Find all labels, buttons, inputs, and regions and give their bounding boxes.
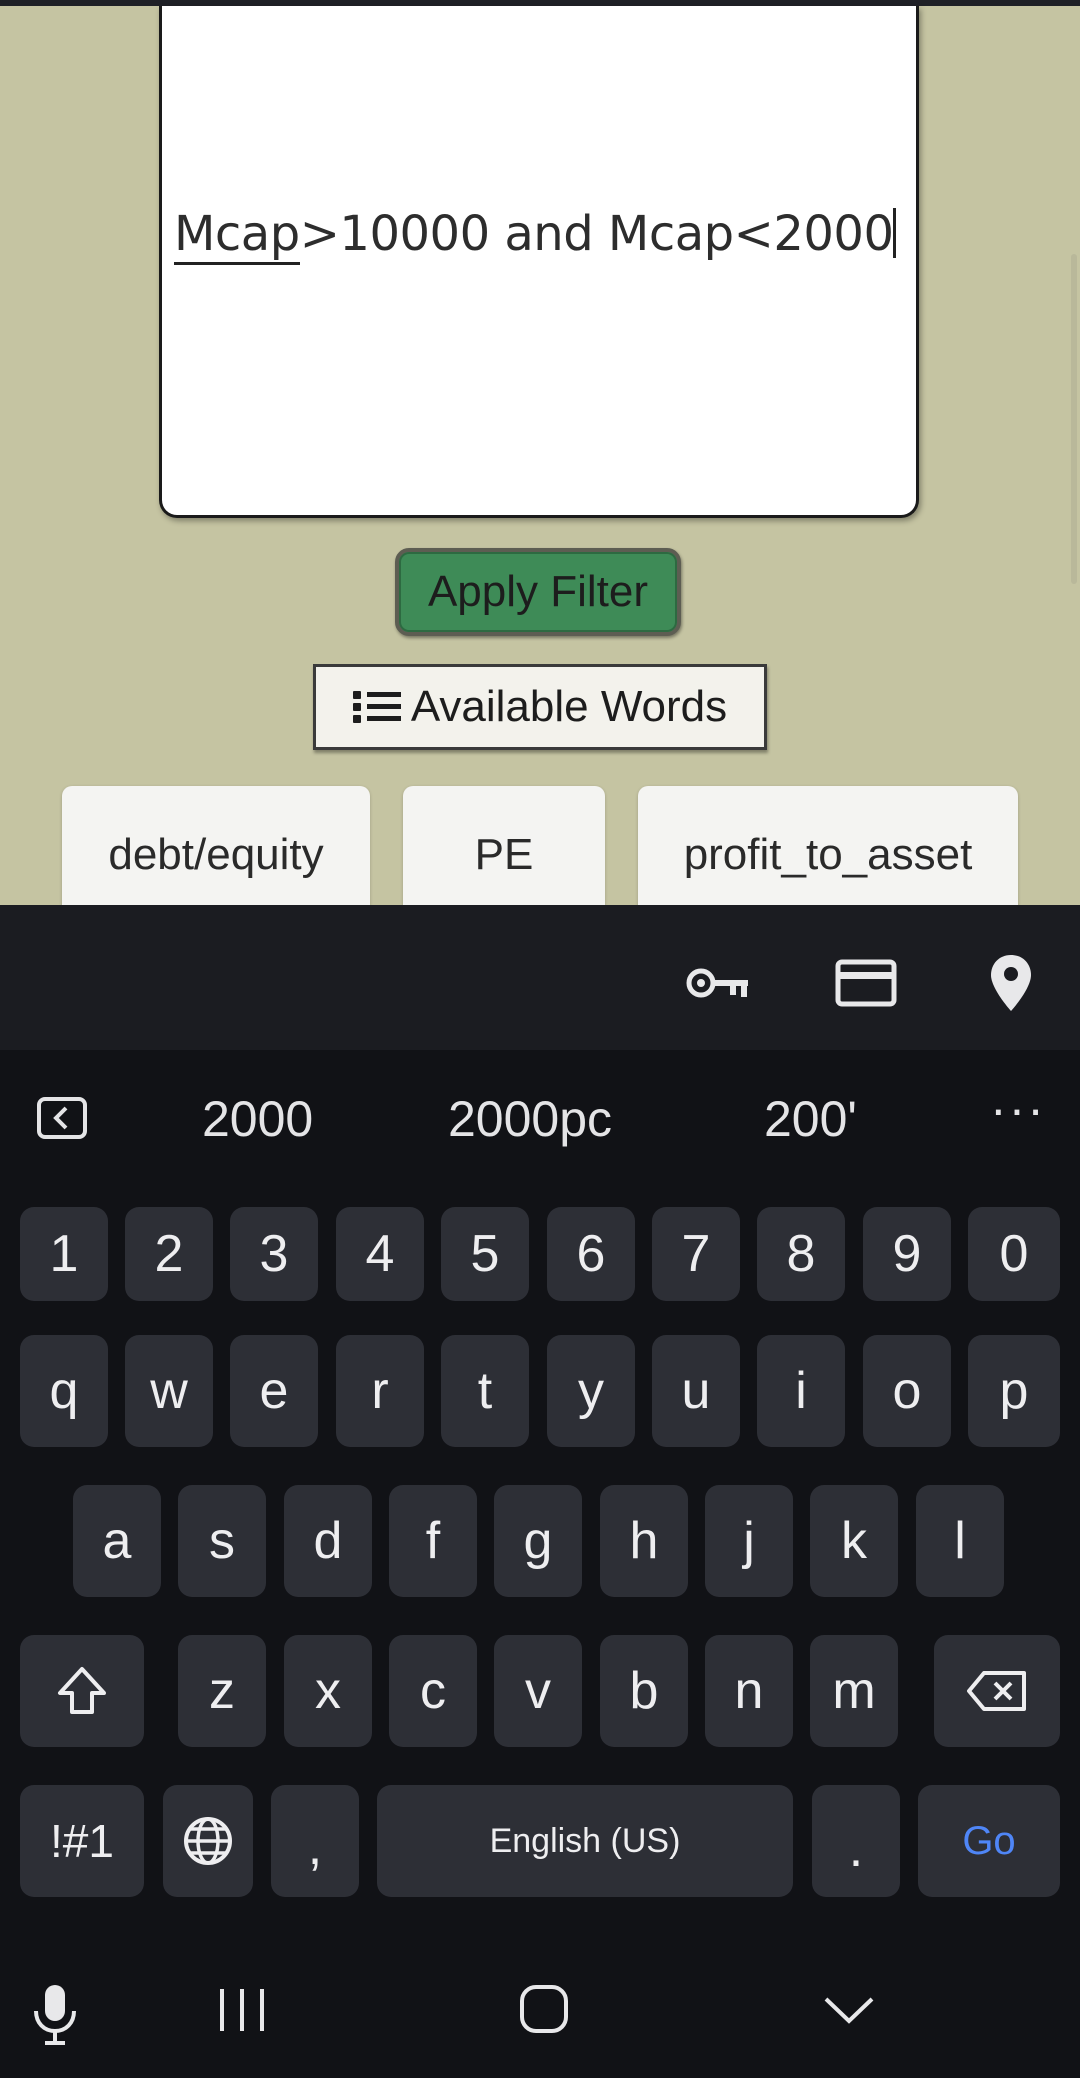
suggestion-bar: 2000 2000pc 200' ···: [0, 1050, 1080, 1185]
key-z[interactable]: z: [178, 1635, 266, 1747]
suggestion-1[interactable]: 2000: [202, 1090, 313, 1148]
filter-expression-rest: >10000 and Mcap<2000: [299, 206, 894, 262]
word-chip-pe[interactable]: PE: [403, 786, 605, 906]
key-v[interactable]: v: [494, 1635, 582, 1747]
key-8[interactable]: 8: [757, 1207, 845, 1301]
globe-icon: [184, 1817, 232, 1865]
apply-filter-label: Apply Filter: [427, 567, 649, 616]
key-icon[interactable]: [686, 955, 752, 1011]
more-suggestions-button[interactable]: ···: [990, 1080, 1046, 1138]
navigation-bar: [0, 1953, 1080, 2078]
key-b[interactable]: b: [600, 1635, 688, 1747]
key-4[interactable]: 4: [336, 1207, 424, 1301]
key-0[interactable]: 0: [968, 1207, 1060, 1301]
key-7[interactable]: 7: [652, 1207, 740, 1301]
key-e[interactable]: e: [230, 1335, 318, 1447]
word-chip-label: profit_to_asset: [683, 830, 973, 879]
available-words-button[interactable]: Available Words: [313, 664, 767, 750]
period-key[interactable]: .: [812, 1785, 900, 1897]
collapse-icon[interactable]: [36, 1096, 88, 1145]
word-chip-profit-to-asset[interactable]: profit_to_asset: [638, 786, 1018, 906]
card-icon[interactable]: [833, 955, 899, 1011]
mic-icon[interactable]: [30, 1983, 80, 2052]
key-x[interactable]: x: [284, 1635, 372, 1747]
recents-icon[interactable]: [216, 1985, 268, 2040]
home-icon[interactable]: [518, 1983, 570, 2040]
key-j[interactable]: j: [705, 1485, 793, 1597]
word-chip-label: PE: [474, 830, 534, 879]
key-m[interactable]: m: [810, 1635, 898, 1747]
key-y[interactable]: y: [547, 1335, 635, 1447]
backspace-key[interactable]: [934, 1635, 1060, 1747]
key-5[interactable]: 5: [441, 1207, 529, 1301]
backspace-icon: [967, 1671, 1026, 1711]
suggestion-3[interactable]: 200': [764, 1090, 857, 1148]
key-c[interactable]: c: [389, 1635, 477, 1747]
go-key[interactable]: Go: [918, 1785, 1060, 1897]
shift-icon: [58, 1667, 106, 1714]
key-1[interactable]: 1: [20, 1207, 108, 1301]
key-f[interactable]: f: [389, 1485, 477, 1597]
key-p[interactable]: p: [968, 1335, 1060, 1447]
key-r[interactable]: r: [336, 1335, 424, 1447]
filter-word-mcap: Mcap: [174, 206, 300, 265]
key-q[interactable]: q: [20, 1335, 108, 1447]
filter-text-area[interactable]: Mcap>10000 and Mcap<2000: [159, 6, 919, 518]
available-words-label: Available Words: [410, 682, 728, 731]
key-a[interactable]: a: [73, 1485, 161, 1597]
app-content: Mcap>10000 and Mcap<2000 Apply Filter Av…: [0, 6, 1080, 906]
key-3[interactable]: 3: [230, 1207, 318, 1301]
word-chip-label: debt/equity: [108, 830, 324, 879]
key-w[interactable]: w: [125, 1335, 213, 1447]
suggestion-2[interactable]: 2000pc: [448, 1090, 612, 1148]
symbols-key[interactable]: !#1: [20, 1785, 144, 1897]
key-d[interactable]: d: [284, 1485, 372, 1597]
key-2[interactable]: 2: [125, 1207, 213, 1301]
keyboard-toolbar: [0, 905, 1080, 1050]
key-o[interactable]: o: [863, 1335, 951, 1447]
key-k[interactable]: k: [810, 1485, 898, 1597]
word-chip-debt-equity[interactable]: debt/equity: [62, 786, 370, 906]
keyboard: 2000 2000pc 200' ··· 1 2 3 4 5 6 7 8 9 0…: [0, 905, 1080, 2078]
location-pin-icon[interactable]: [978, 955, 1044, 1011]
key-u[interactable]: u: [652, 1335, 740, 1447]
text-caret: [893, 208, 897, 258]
key-t[interactable]: t: [441, 1335, 529, 1447]
filter-expression: Mcap>10000 and Mcap<2000: [174, 206, 897, 265]
key-9[interactable]: 9: [863, 1207, 951, 1301]
key-h[interactable]: h: [600, 1485, 688, 1597]
list-icon: [352, 687, 401, 727]
language-key[interactable]: [163, 1785, 253, 1897]
key-i[interactable]: i: [757, 1335, 845, 1447]
key-s[interactable]: s: [178, 1485, 266, 1597]
key-l[interactable]: l: [916, 1485, 1004, 1597]
apply-filter-button[interactable]: Apply Filter: [395, 548, 681, 636]
scrollbar[interactable]: [1071, 254, 1077, 584]
space-key[interactable]: English (US): [377, 1785, 793, 1897]
shift-key[interactable]: [20, 1635, 144, 1747]
key-g[interactable]: g: [494, 1485, 582, 1597]
hide-keyboard-icon[interactable]: [822, 1993, 876, 2032]
key-n[interactable]: n: [705, 1635, 793, 1747]
comma-key[interactable]: ,: [271, 1785, 359, 1897]
key-6[interactable]: 6: [547, 1207, 635, 1301]
